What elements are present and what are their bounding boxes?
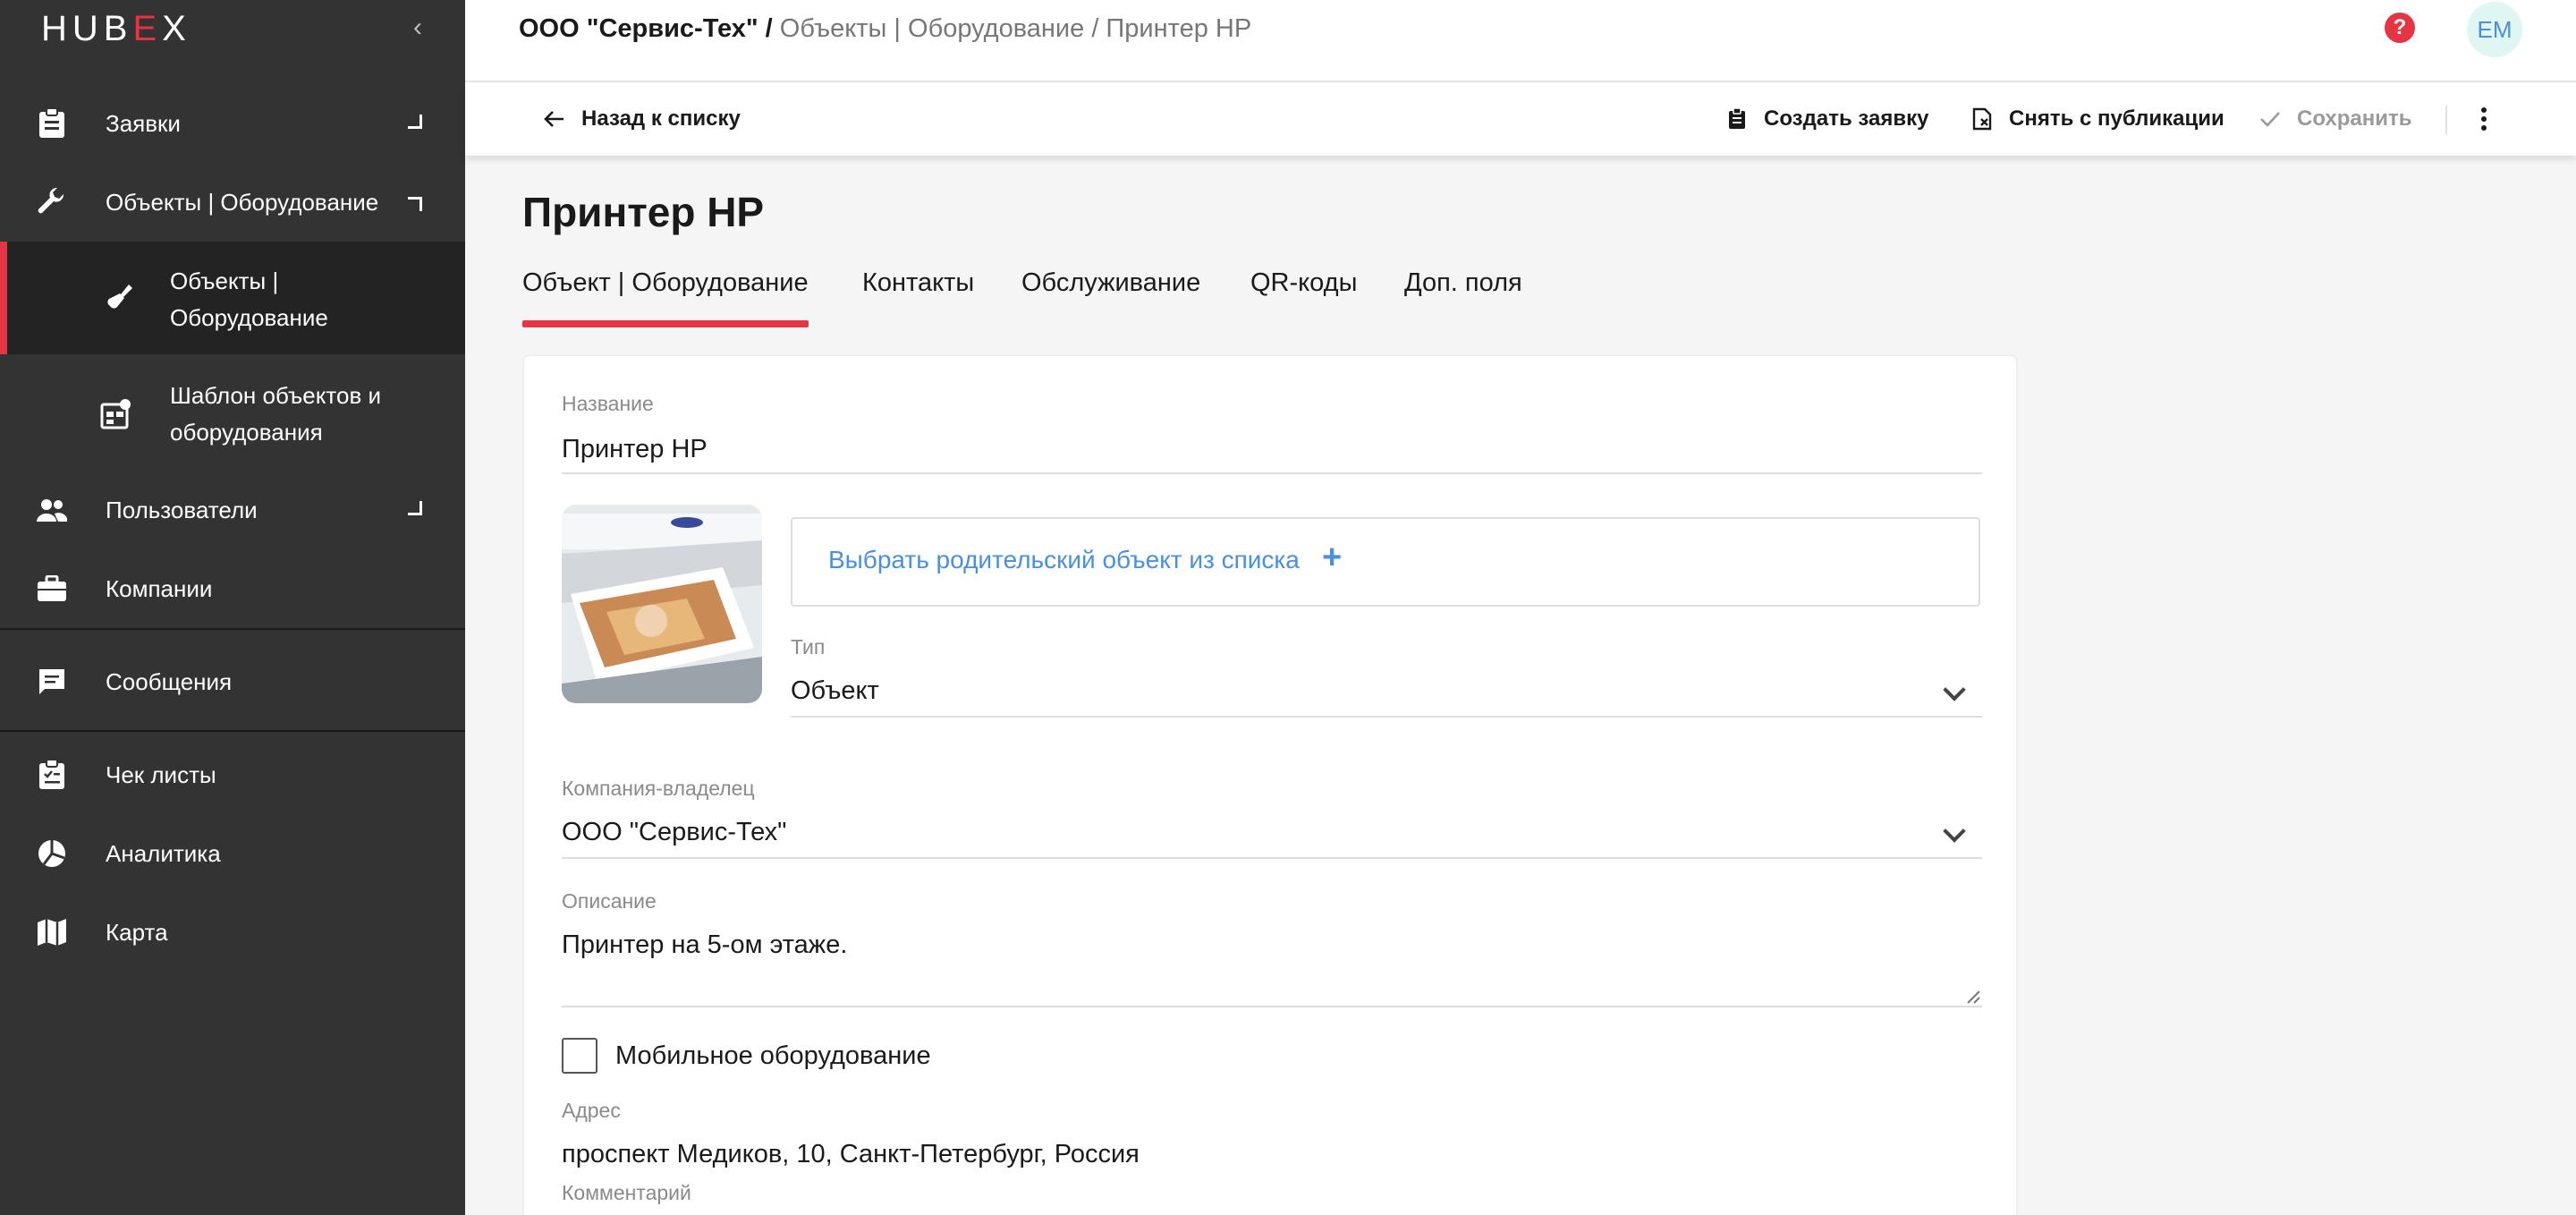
breadcrumb: ООО "Сервис-Тех" / Объекты | Оборудовани… [519, 14, 1251, 44]
sidebar-subitem-templates[interactable]: Шаблон объектов и оборудования [0, 358, 465, 471]
sidebar-item-label: Чек листы [106, 760, 216, 788]
more-options-icon[interactable] [2481, 107, 2488, 131]
object-form-card: Название Принтер HP Выбрать родительский… [522, 354, 2018, 1215]
sidebar-item-label: Карта [106, 918, 168, 946]
name-label: Название [562, 392, 654, 415]
description-label: Описание [562, 889, 657, 913]
page-title: Принтер HP [522, 189, 765, 235]
toolbar-separator [2445, 106, 2447, 134]
sidebar-item-users[interactable]: Пользователи [0, 492, 465, 528]
owner-underline [562, 857, 1982, 859]
resize-handle-icon[interactable] [1964, 988, 1980, 1004]
sidebar-item-label: Пользователи [106, 496, 258, 523]
pie-chart-icon [36, 837, 68, 870]
wrench-icon [36, 186, 68, 218]
select-parent-label: Выбрать родительский объект из списка [828, 546, 1300, 574]
type-underline [791, 716, 1982, 718]
sidebar-item-checklists[interactable]: Чек листы [0, 757, 465, 793]
back-label: Назад к списку [581, 106, 741, 131]
chevron-up-icon [408, 197, 422, 211]
shovel-icon [102, 279, 138, 315]
sidebar-divider [0, 730, 465, 732]
logo-text-accent: E [132, 9, 163, 48]
tab-object-equipment[interactable]: Объект | Оборудование [522, 268, 809, 327]
sidebar-item-label: Аналитика [106, 839, 221, 867]
back-to-list-button[interactable]: Назад к списку [542, 82, 741, 156]
tab-extra-fields[interactable]: Доп. поля [1404, 268, 1522, 327]
name-underline [562, 472, 1982, 474]
help-icon[interactable]: ? [2385, 13, 2415, 43]
sidebar-subitem-objects[interactable]: Объекты | Оборудование [0, 242, 465, 354]
sidebar-item-label: Заявки [106, 109, 181, 137]
comment-label: Комментарий [562, 1181, 691, 1204]
sidebar-item-requests[interactable]: Заявки [0, 106, 465, 141]
check-icon [2258, 106, 2283, 132]
breadcrumb-path[interactable]: Объекты | Оборудование / Принтер HP [780, 14, 1251, 43]
tab-contacts[interactable]: Контакты [862, 268, 974, 327]
create-request-label: Создать заявку [1764, 106, 1929, 131]
breadcrumb-company[interactable]: ООО "Сервис-Тех" / [519, 14, 773, 43]
address-label: Адрес [562, 1099, 621, 1122]
clipboard-icon [1724, 106, 1750, 132]
sidebar-item-analytics[interactable]: Аналитика [0, 836, 465, 871]
save-button[interactable]: Сохранить [2258, 82, 2412, 156]
sidebar-item-label: Компании [106, 574, 213, 602]
mobile-equipment-checkbox[interactable] [562, 1038, 597, 1074]
chevron-down-icon[interactable] [1943, 820, 1966, 843]
description-textarea[interactable]: Принтер на 5-ом этаже. [562, 930, 847, 960]
owner-company-select[interactable]: ООО "Сервис-Тех" [562, 818, 786, 847]
briefcase-icon [36, 573, 68, 605]
toolbar: Назад к списку Создать заявку Снять с пу… [465, 82, 2576, 156]
top-header: ООО "Сервис-Тех" / Объекты | Оборудовани… [465, 0, 2576, 82]
clipboard-icon [36, 107, 68, 140]
logo-text-left: HUB [41, 9, 133, 48]
tab-service[interactable]: Обслуживание [1021, 268, 1200, 327]
name-field[interactable]: Принтер HP [562, 435, 708, 464]
sidebar-item-label: Объекты | Оборудование [106, 188, 379, 216]
hubex-logo[interactable]: HUBEX [41, 9, 191, 49]
message-icon [36, 666, 68, 698]
chevron-down-icon [408, 115, 422, 129]
type-select[interactable]: Объект [791, 676, 879, 706]
unpublish-button[interactable]: Снять с публикации [1970, 82, 2224, 156]
plus-icon: + [1322, 539, 1343, 576]
chevron-down-icon [408, 501, 422, 515]
object-photo[interactable] [562, 505, 762, 703]
sidebar-subitem-label: Шаблон объектов и оборудования [170, 382, 382, 446]
template-icon [100, 397, 136, 433]
sidebar-item-label: Сообщения [106, 667, 233, 695]
users-icon [36, 494, 68, 526]
unpublish-label: Снять с публикации [2009, 106, 2224, 131]
sidebar-item-messages[interactable]: Сообщения [0, 664, 465, 700]
create-request-button[interactable]: Создать заявку [1724, 82, 1928, 156]
sidebar-item-objects[interactable]: Объекты | Оборудование [0, 184, 465, 220]
type-label: Тип [791, 635, 826, 658]
avatar[interactable]: EM [2467, 2, 2522, 57]
unpublish-icon [1970, 106, 1995, 132]
logo-text-right: X [162, 9, 191, 48]
sidebar-subitem-label: Объекты | Оборудование [170, 268, 328, 331]
collapse-sidebar-icon[interactable]: ‹ [413, 13, 422, 43]
save-label: Сохранить [2297, 106, 2412, 131]
tab-qr-codes[interactable]: QR-коды [1250, 268, 1357, 327]
owner-company-label: Компания-владелец [562, 777, 755, 800]
sidebar-item-companies[interactable]: Компании [0, 571, 465, 607]
map-icon [36, 916, 68, 948]
arrow-left-icon [542, 106, 567, 132]
checklist-icon [36, 759, 68, 791]
address-field[interactable]: проспект Медиков, 10, Санкт-Петербург, Р… [562, 1140, 1140, 1169]
sidebar-item-map[interactable]: Карта [0, 914, 465, 950]
sidebar: HUBEX ‹ Заявки Объекты | Оборудование Об… [0, 0, 465, 1215]
sidebar-divider [0, 628, 465, 630]
chevron-down-icon[interactable] [1943, 678, 1966, 701]
mobile-equipment-label: Мобильное оборудование [615, 1041, 931, 1070]
description-underline [562, 1006, 1982, 1007]
select-parent-object-button[interactable]: Выбрать родительский объект из списка + [791, 517, 1980, 607]
